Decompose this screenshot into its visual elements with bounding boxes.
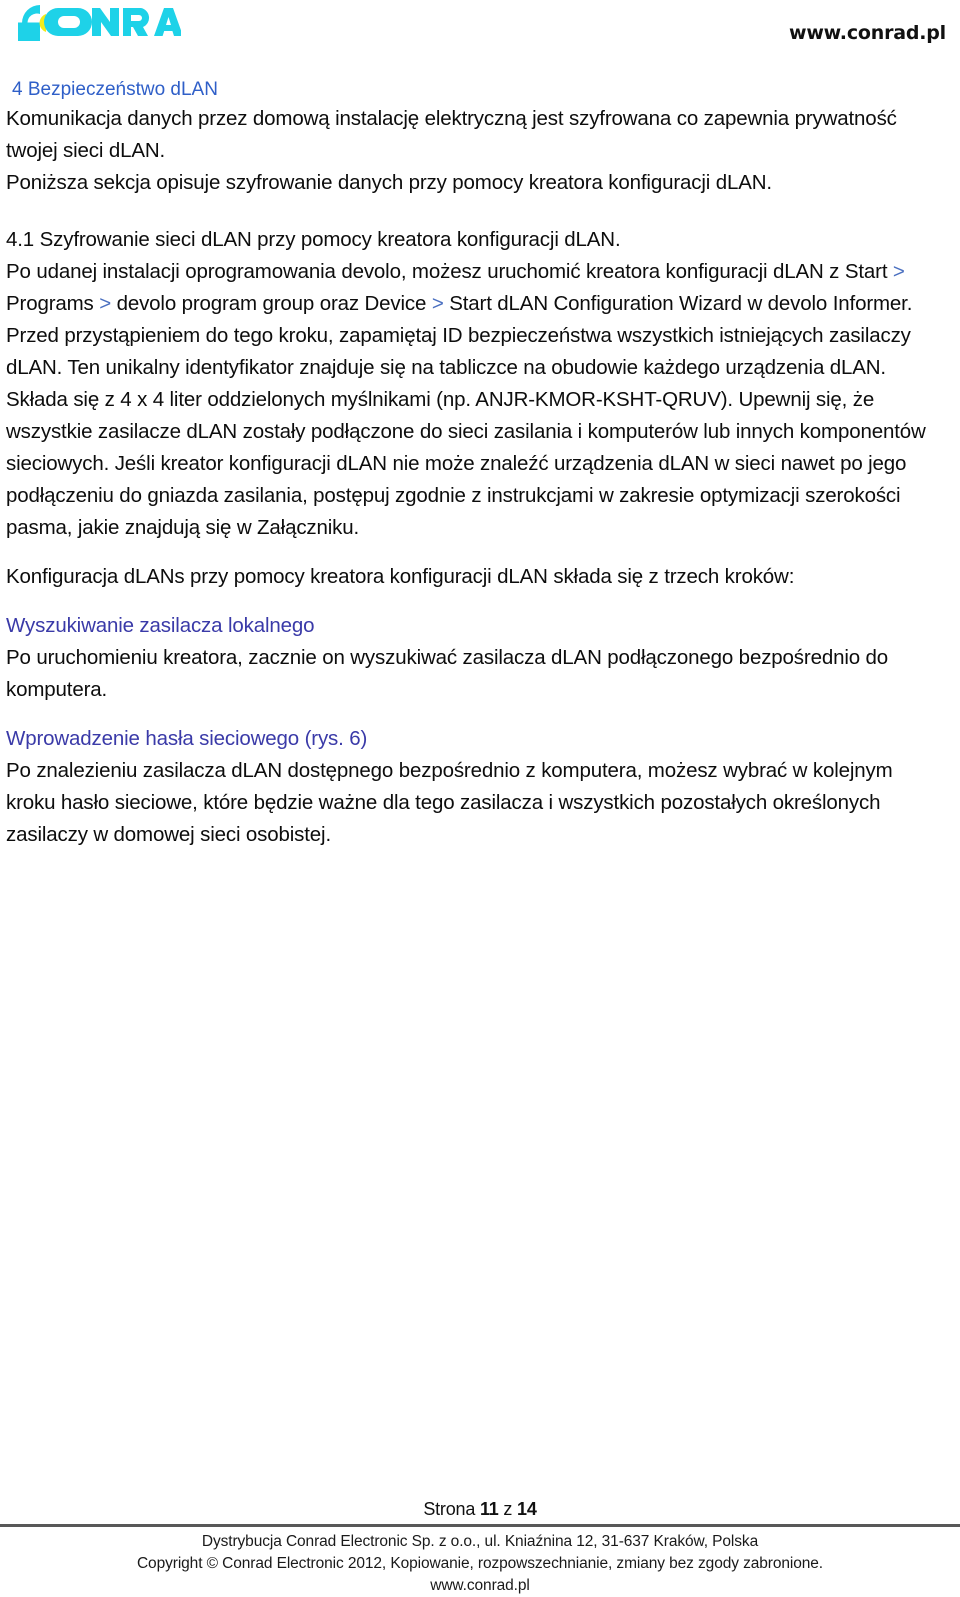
section-heading-4: 4 Bezpieczeństwo dLAN — [12, 79, 218, 100]
security-id-paragraph: Przed przystąpieniem do tego kroku, zapa… — [6, 324, 926, 539]
conrad-logo — [6, 2, 181, 44]
intro-paragraph: Komunikacja danych przez domową instalac… — [6, 107, 897, 162]
page-number: Strona 11 z 14 — [0, 1499, 960, 1524]
step-2-heading: Wprowadzenie hasła sieciowego (rys. 6) — [6, 727, 368, 750]
chevron-1: > — [892, 260, 905, 283]
page-footer: Strona 11 z 14 Dystrybucja Conrad Electr… — [0, 1499, 960, 1597]
path-part-1: Po udanej instalacji oprogramowania devo… — [6, 260, 893, 283]
page-header: www.conrad.pl — [0, 0, 960, 72]
path-part-2: Programs — [6, 292, 100, 315]
footer-copyright: Copyright © Conrad Electronic 2012, Kopi… — [136, 1555, 824, 1572]
footer-legal: Dystrybucja Conrad Electronic Sp. z o.o.… — [0, 1527, 960, 1597]
step-1-heading: Wyszukiwanie zasilacza lokalnego — [6, 614, 315, 637]
path-part-4: Start dLAN Configuration Wizard w devolo… — [443, 292, 913, 315]
footer-address: Dystrybucja Conrad Electronic Sp. z o.o.… — [201, 1533, 759, 1550]
page-of: z — [503, 1499, 513, 1519]
path-part-3: devolo program group oraz Device — [111, 292, 432, 315]
page-label: Strona — [423, 1499, 476, 1519]
intro-paragraph-2: Poniższa sekcja opisuje szyfrowanie dany… — [6, 171, 772, 194]
subsection-heading-4-1: 4.1 Szyfrowanie sieci dLAN przy pomocy k… — [6, 228, 621, 251]
page-total: 14 — [517, 1499, 537, 1519]
step-1-paragraph: Po uruchomieniu kreatora, zacznie on wys… — [6, 646, 889, 701]
step-2-paragraph: Po znalezieniu zasilacza dLAN dostępnego… — [6, 759, 893, 846]
page-current: 11 — [479, 1499, 499, 1519]
three-steps-paragraph: Konfiguracja dLANs przy pomocy kreatora … — [6, 565, 795, 588]
footer-url: www.conrad.pl — [430, 1577, 530, 1594]
site-url: www.conrad.pl — [788, 22, 946, 44]
chevron-2: > — [99, 292, 112, 315]
path-instructions-paragraph: Po udanej instalacji oprogramowania devo… — [0, 256, 960, 320]
document-content: 4 Bezpieczeństwo dLAN Komunikacja danych… — [0, 78, 960, 851]
conrad-logo-icon — [18, 5, 181, 41]
chevron-3: > — [431, 292, 444, 315]
